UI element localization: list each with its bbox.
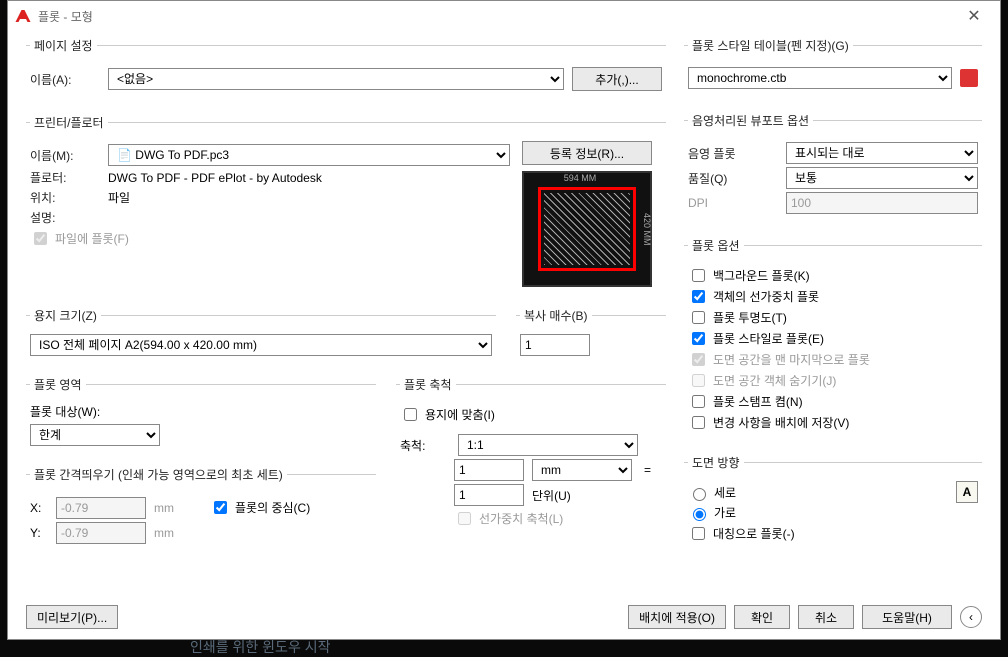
help-button[interactable]: 도움말(H)	[862, 605, 952, 629]
offset-group: 플롯 간격띄우기 (인쇄 가능 영역으로의 최초 세트) X: mm 플롯의 중…	[26, 466, 376, 555]
window-title: 플롯 - 모형	[38, 8, 954, 25]
fit-to-paper-input[interactable]	[404, 408, 417, 421]
plotter-label: 플로터:	[30, 169, 100, 186]
offset-x-unit: mm	[154, 501, 174, 515]
page-setup-group: 페이지 설정 이름(A): <없음> 추가(,)...	[26, 37, 666, 102]
opt-paper-last: 도면 공간을 맨 마지막으로 플롯	[688, 350, 978, 369]
add-page-button[interactable]: 추가(,)...	[572, 67, 662, 91]
opt-stamp[interactable]: 플롯 스탬프 켬(N)	[688, 392, 978, 411]
scale-lineweights-check: 선가중치 축척(L)	[400, 509, 662, 528]
preview-height-label: 420 MM	[642, 187, 652, 271]
opt-lw[interactable]: 객체의 선가중치 플롯	[688, 287, 978, 306]
orientation-icon: A	[956, 481, 978, 503]
desc-label: 설명:	[30, 209, 100, 226]
offset-x-label: X:	[30, 501, 48, 515]
shade-select[interactable]: 표시되는 대로	[786, 142, 978, 164]
plot-to-file-check: 파일에 플롯(F)	[30, 229, 510, 248]
orient-portrait[interactable]: 세로	[688, 484, 956, 501]
copies-group: 복사 매수(B)	[516, 307, 666, 364]
plot-what-label: 플롯 대상(W):	[30, 403, 372, 420]
orient-landscape[interactable]: 가로	[688, 504, 956, 521]
scale-num2-input[interactable]	[454, 484, 524, 506]
printer-legend: 프린터/플로터	[30, 114, 108, 131]
opt-hide: 도면 공간 객체 숨기기(J)	[688, 371, 978, 390]
copies-legend: 복사 매수(B)	[520, 307, 592, 324]
scale-lineweights-input	[458, 512, 471, 525]
page-name-label: 이름(A):	[30, 71, 100, 88]
center-plot-check[interactable]: 플롯의 중심(C)	[210, 498, 310, 517]
opt-bg[interactable]: 백그라운드 플롯(K)	[688, 266, 978, 285]
scale-unit-select[interactable]: mm	[532, 459, 632, 481]
dpi-input	[786, 192, 978, 214]
plot-to-file-input	[34, 232, 47, 245]
paper-size-legend: 용지 크기(Z)	[30, 307, 101, 324]
opt-save[interactable]: 변경 사항을 배치에 저장(V)	[688, 413, 978, 432]
scale-legend: 플롯 축척	[400, 376, 456, 393]
orientation-group: 도면 방향 세로 가로 대칭으로 플롯(-) A	[684, 454, 982, 553]
scale-group: 플롯 축척 용지에 맞춤(I) 축척: 1:1 mm =	[396, 376, 666, 555]
plot-options-group: 플롯 옵션 백그라운드 플롯(K) 객체의 선가중치 플롯 플롯 투명도(T) …	[684, 237, 982, 442]
orientation-legend: 도면 방향	[688, 454, 744, 471]
center-plot-input[interactable]	[214, 501, 227, 514]
plotter-value: DWG To PDF - PDF ePlot - by Autodesk	[108, 171, 322, 185]
pen-edit-icon[interactable]	[960, 69, 978, 87]
plot-style-group: 플롯 스타일 테이블(펜 지정)(G) monochrome.ctb	[684, 37, 982, 100]
offset-legend: 플롯 간격띄우기 (인쇄 가능 영역으로의 최초 세트)	[30, 466, 287, 483]
titlebar: 플롯 - 모형 ✕	[8, 1, 1000, 31]
ok-button[interactable]: 확인	[734, 605, 790, 629]
offset-y-input[interactable]	[56, 522, 146, 544]
paper-size-select[interactable]: ISO 전체 페이지 A2(594.00 x 420.00 mm)	[30, 334, 492, 356]
page-setup-legend: 페이지 설정	[30, 37, 97, 54]
printer-group: 프린터/플로터 이름(M): 📄 DWG To PDF.pc3 플로터: DWG…	[26, 114, 666, 295]
properties-button[interactable]: 등록 정보(R)...	[522, 141, 652, 165]
apply-button[interactable]: 배치에 적용(O)	[628, 605, 726, 629]
plot-area-legend: 플롯 영역	[30, 376, 86, 393]
paper-preview: 594 MM 420 MM	[522, 171, 652, 287]
viewport-legend: 음영처리된 뷰포트 옵션	[688, 112, 813, 129]
plot-dialog: 플롯 - 모형 ✕ 페이지 설정 이름(A): <없음> 추가(,)... 프린…	[7, 0, 1001, 640]
equals-label: =	[640, 463, 655, 477]
plot-style-legend: 플롯 스타일 테이블(펜 지정)(G)	[688, 37, 853, 54]
scale-num1-input[interactable]	[454, 459, 524, 481]
cancel-button[interactable]: 취소	[798, 605, 854, 629]
viewport-group: 음영처리된 뷰포트 옵션 음영 플롯 표시되는 대로 품질(Q) 보통 DPI	[684, 112, 982, 225]
background-text: 인쇄를 위한 윈도우 시작	[190, 637, 330, 657]
plot-what-select[interactable]: 한계	[30, 424, 160, 446]
paper-size-group: 용지 크기(Z) ISO 전체 페이지 A2(594.00 x 420.00 m…	[26, 307, 496, 364]
copies-input[interactable]	[520, 334, 590, 356]
quality-select[interactable]: 보통	[786, 167, 978, 189]
fit-to-paper-check[interactable]: 용지에 맞춤(I)	[400, 405, 662, 424]
preview-width-label: 594 MM	[524, 173, 636, 183]
shade-label: 음영 플롯	[688, 145, 778, 162]
orient-upside[interactable]: 대칭으로 플롯(-)	[688, 524, 956, 543]
where-value: 파일	[108, 189, 130, 206]
printer-name-select[interactable]: 📄 DWG To PDF.pc3	[108, 144, 510, 166]
dialog-footer: 미리보기(P)... 배치에 적용(O) 확인 취소 도움말(H) ‹	[8, 597, 1000, 639]
autocad-logo-icon	[14, 7, 32, 25]
where-label: 위치:	[30, 189, 100, 206]
offset-y-unit: mm	[154, 526, 174, 540]
scale-unit-label: 단위(U)	[532, 487, 571, 504]
close-button[interactable]: ✕	[954, 2, 994, 30]
plot-style-select[interactable]: monochrome.ctb	[688, 67, 952, 89]
dpi-label: DPI	[688, 196, 778, 210]
offset-y-label: Y:	[30, 526, 48, 540]
collapse-button[interactable]: ‹	[960, 606, 982, 628]
scale-label: 축척:	[400, 437, 450, 454]
offset-x-input[interactable]	[56, 497, 146, 519]
opt-style[interactable]: 플롯 스타일로 플롯(E)	[688, 329, 978, 348]
scale-select[interactable]: 1:1	[458, 434, 638, 456]
opt-trans[interactable]: 플롯 투명도(T)	[688, 308, 978, 327]
page-name-select[interactable]: <없음>	[108, 68, 564, 90]
printer-name-label: 이름(M):	[30, 147, 100, 164]
plot-area-group: 플롯 영역 플롯 대상(W): 한계	[26, 376, 376, 454]
preview-button[interactable]: 미리보기(P)...	[26, 605, 118, 629]
quality-label: 품질(Q)	[688, 170, 778, 187]
plot-options-legend: 플롯 옵션	[688, 237, 744, 254]
